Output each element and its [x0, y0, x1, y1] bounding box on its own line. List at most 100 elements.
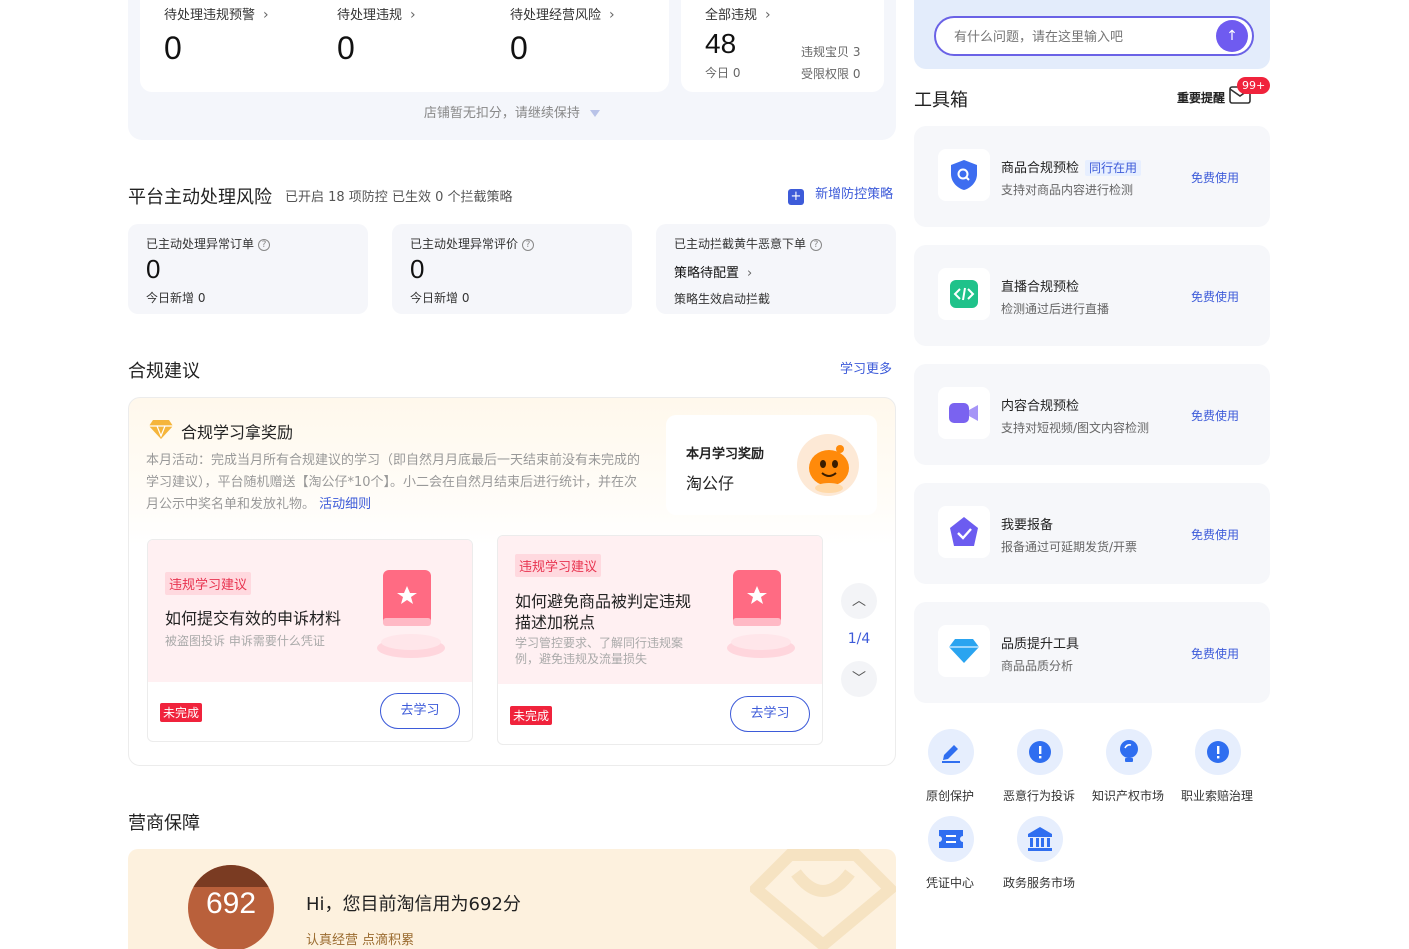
book-star-icon [369, 566, 453, 670]
quick-link-label: 职业索赔治理 [1180, 789, 1253, 803]
platform-risk-title: 平台主动处理风险 [128, 187, 272, 208]
tool-title: 商品合规预检 [1001, 161, 1080, 176]
plus-icon: + [788, 189, 804, 205]
risk-card-reviews-value: 0 [410, 254, 425, 284]
credit-score-badge: 692 [188, 865, 274, 949]
risk-card-orders-label: 已主动处理异常订单 [146, 237, 255, 251]
lesson-tag: 违规学习建议 [165, 572, 252, 595]
lesson-title: 如何提交有效的申诉材料 [165, 609, 342, 628]
shield-search-icon [951, 160, 977, 190]
important-notice-label[interactable]: 重要提醒 [1177, 89, 1225, 106]
credit-title: 营商保障 [128, 813, 200, 834]
quick-link-label: 知识产权市场 [1091, 789, 1164, 803]
arrow-up-icon: ↑ [1226, 28, 1238, 44]
badge-check-icon [950, 517, 978, 546]
next-page-button[interactable]: ﹀ [841, 661, 877, 697]
stat-warning[interactable]: 待处理违规预警 › [164, 4, 269, 23]
notice-badge: 99+ [1237, 77, 1271, 94]
stat-violation-label: 待处理违规 [337, 8, 403, 23]
reward-rules-link[interactable]: 活动细则 [319, 497, 371, 512]
send-button[interactable]: ↑ [1216, 20, 1248, 52]
stat-warning-label: 待处理违规预警 [164, 8, 256, 23]
lesson-status-badge: 未完成 [160, 703, 203, 722]
reward-title: 合规学习拿奖励 [181, 423, 294, 442]
store-tip-text: 店铺暂无扣分，请继续保持 [423, 106, 580, 121]
risk-card-orders-value: 0 [146, 254, 161, 284]
page-root: 待处理违规预警 › 0 待处理违规 › 0 待处理经营风险 › 0 全部违规 › 48 … [0, 0, 1409, 949]
tool-free-use-link[interactable]: 免费使用 [1191, 526, 1239, 543]
tool-title: 我要报备 [1001, 518, 1054, 533]
help-icon[interactable]: ? [810, 239, 823, 251]
go-learn-button[interactable]: 去学习 [730, 696, 810, 732]
all-violations-label: 全部违规 [705, 8, 758, 23]
tool-desc: 检测通过后进行直播 [1001, 302, 1110, 316]
platform-risk-subtitle: 已开启 18 项防控 已生效 0 个拦截策略 [285, 190, 513, 205]
quick-link-malicious-complaint[interactable]: 恶意行为投诉 [994, 729, 1084, 804]
risk-card-reviews-label-row: 已主动处理异常评价? [410, 235, 535, 252]
risk-card-reviews-note: 今日新增 0 [410, 291, 470, 305]
peer-usage-tag: 同行在用 [1085, 160, 1142, 176]
credit-slogan: 认真经营 点滴积累 [306, 933, 415, 948]
strategy-config-link[interactable]: 策略待配置 › [674, 262, 752, 281]
help-icon[interactable]: ? [522, 239, 535, 251]
go-learn-button[interactable]: 去学习 [380, 693, 460, 729]
assistant-input[interactable] [954, 26, 1204, 48]
edit-icon [928, 729, 974, 775]
help-icon[interactable]: ? [258, 239, 271, 251]
bank-icon [1017, 816, 1063, 862]
tool-free-use-link[interactable]: 免费使用 [1191, 645, 1239, 662]
tool-desc: 支持对商品内容进行检测 [1001, 183, 1134, 197]
chevron-right-icon: › [765, 7, 771, 23]
chevron-right-icon: › [263, 7, 269, 23]
lesson-desc: 学习管控要求、了解同行违规案例，避免违规及流量损失 [515, 636, 684, 666]
quick-link-voucher-center[interactable]: 凭证中心 [905, 816, 995, 891]
quick-link-claim-governance[interactable]: 职业索赔治理 [1172, 729, 1262, 804]
lesson-desc: 被盗图投诉 申诉需要什么凭证 [165, 634, 325, 648]
stat-warning-value: 0 [164, 30, 182, 66]
risk-card-scalpers-label: 已主动拦截黄牛恶意下单 [674, 237, 807, 251]
tool-icon-box [938, 268, 990, 320]
quick-link-label: 凭证中心 [925, 876, 974, 890]
tool-title-row: 商品合规预检 同行在用 [1001, 157, 1142, 176]
all-violations-today: 今日 0 [705, 66, 741, 80]
all-violations-link[interactable]: 全部违规 › [705, 4, 771, 23]
store-tip[interactable]: 店铺暂无扣分，请继续保持 [128, 102, 896, 121]
quick-link-label: 政务服务市场 [1002, 876, 1075, 890]
credit-badge-band [188, 865, 274, 887]
quick-link-label: 恶意行为投诉 [1002, 789, 1075, 803]
tool-icon-box [938, 506, 990, 558]
tool-desc: 支持对短视频/图文内容检测 [1001, 421, 1150, 435]
prev-page-button[interactable]: ︿ [841, 583, 877, 619]
risk-card-scalpers-label-row: 已主动拦截黄牛恶意下单? [674, 235, 823, 252]
quick-link-ip-market[interactable]: 知识产权市场 [1083, 729, 1173, 804]
tool-title: 直播合规预检 [1001, 280, 1080, 295]
risk-card-orders-label-row: 已主动处理异常订单? [146, 235, 271, 252]
lesson-tag: 违规学习建议 [515, 554, 602, 577]
mascot-avatar [796, 433, 860, 501]
quick-link-label: 原创保护 [925, 789, 974, 803]
quick-link-gov-service[interactable]: 政务服务市场 [994, 816, 1084, 891]
monthly-reward-label: 本月学习奖励 [686, 447, 765, 462]
chevron-up-icon: ︿ [852, 593, 866, 609]
lesson-status-badge: 未完成 [510, 706, 553, 725]
tool-desc: 商品品质分析 [1001, 659, 1074, 673]
monthly-reward-value: 淘公仔 [686, 474, 735, 493]
strategy-config-label: 策略待配置 [674, 266, 740, 281]
chevron-down-icon: ﹀ [852, 671, 866, 687]
assistant-input-box[interactable]: ↑ [934, 16, 1254, 56]
tool-free-use-link[interactable]: 免费使用 [1191, 169, 1239, 186]
stat-violation[interactable]: 待处理违规 › [337, 4, 416, 23]
learn-more-link[interactable]: 学习更多 [840, 358, 892, 377]
quick-link-original-protect[interactable]: 原创保护 [905, 729, 995, 804]
code-icon [950, 280, 978, 308]
reward-description-text: 本月活动：完成当月所有合规建议的学习（即自然月月底最后一天结束前没有未完成的学习… [146, 453, 641, 512]
tool-title: 内容合规预检 [1001, 399, 1080, 414]
ticket-icon [928, 816, 974, 862]
chevron-right-icon: › [410, 7, 416, 23]
pager-indicator: 1/4 [847, 631, 871, 647]
tool-free-use-link[interactable]: 免费使用 [1191, 407, 1239, 424]
bulb-icon [1106, 729, 1152, 775]
stat-risk[interactable]: 待处理经营风险 › [510, 4, 615, 23]
tool-free-use-link[interactable]: 免费使用 [1191, 288, 1239, 305]
add-strategy-button[interactable]: + 新增防控策略 [788, 183, 893, 205]
